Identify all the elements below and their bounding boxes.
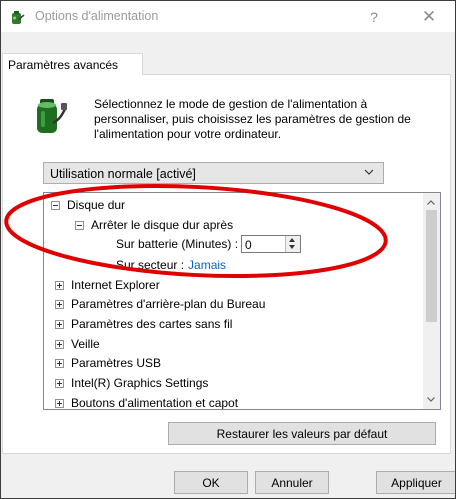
tree-item-label: Internet Explorer	[71, 278, 160, 292]
expand-icon[interactable]	[55, 358, 64, 368]
settings-tree[interactable]: Disque dur Arrêter le disque dur après S…	[43, 192, 441, 410]
restore-defaults-button[interactable]: Restaurer les valeurs par défaut	[168, 422, 436, 445]
collapse-icon[interactable]	[75, 220, 84, 230]
tree-item-sleep[interactable]: Veille	[55, 335, 100, 353]
help-button[interactable]: ?	[351, 1, 397, 32]
expand-icon[interactable]	[55, 339, 64, 349]
expand-icon[interactable]	[55, 280, 64, 290]
battery-label: Sur batterie (Minutes) :	[116, 237, 239, 251]
battery-minutes-spinner[interactable]: 0	[241, 235, 302, 253]
battery-minutes-value[interactable]: 0	[245, 238, 252, 252]
tree-item-desktop-background[interactable]: Paramètres d'arrière-plan du Bureau	[55, 295, 265, 313]
expand-icon[interactable]	[55, 398, 64, 408]
tree-item-label: Boutons d'alimentation et capot	[71, 396, 239, 410]
tree-item-wireless-adapter[interactable]: Paramètres des cartes sans fil	[55, 315, 232, 333]
power-plan-value: Utilisation normale [activé]	[50, 167, 196, 181]
expand-icon[interactable]	[55, 378, 64, 388]
power-plan-dropdown[interactable]: Utilisation normale [activé]	[43, 162, 384, 184]
tree-item-internet-explorer[interactable]: Internet Explorer	[55, 276, 160, 294]
title-bar: Options d'alimentation ? ✕	[1, 1, 455, 32]
tree-item-disk[interactable]: Disque dur	[51, 196, 125, 214]
collapse-icon[interactable]	[51, 200, 60, 210]
ac-value-link[interactable]: Jamais	[188, 258, 226, 272]
scrollbar-thumb[interactable]	[426, 210, 437, 322]
expand-icon[interactable]	[55, 299, 64, 309]
scroll-up-icon[interactable]	[427, 200, 435, 205]
tree-item-label: Paramètres USB	[71, 356, 162, 370]
tree-scrollbar[interactable]	[423, 193, 440, 409]
window-title: Options d'alimentation	[35, 9, 159, 23]
chevron-down-icon	[364, 169, 374, 175]
ac-label: Sur secteur :	[116, 258, 185, 272]
tree-item-disk-timeout[interactable]: Arrêter le disque dur après	[75, 216, 233, 234]
ok-button[interactable]: OK	[174, 471, 248, 494]
close-button[interactable]: ✕	[406, 1, 452, 32]
battery-setting-row: Sur batterie (Minutes) : 0	[116, 235, 302, 253]
tree-item-usb[interactable]: Paramètres USB	[55, 354, 161, 372]
tree-item-label: Paramètres d'arrière-plan du Bureau	[71, 297, 266, 311]
tree-item-label: Arrêter le disque dur après	[91, 218, 234, 232]
tree-item-intel-graphics[interactable]: Intel(R) Graphics Settings	[55, 374, 208, 392]
battery-plug-icon	[37, 99, 67, 133]
tree-item-label: Veille	[71, 337, 100, 351]
spin-down-icon[interactable]	[289, 245, 296, 249]
spin-up-icon[interactable]	[289, 238, 296, 242]
ac-setting-row: Sur secteur : Jamais	[116, 256, 226, 274]
power-options-window: Options d'alimentation ? ✕ Paramètres av…	[0, 0, 456, 499]
apply-button[interactable]: Appliquer	[376, 471, 455, 494]
spinner-buttons[interactable]	[285, 236, 301, 252]
expand-icon[interactable]	[55, 319, 64, 329]
tree-item-power-buttons[interactable]: Boutons d'alimentation et capot	[55, 394, 239, 410]
tree-item-label: Paramètres des cartes sans fil	[71, 317, 233, 331]
tab-advanced-settings[interactable]: Paramètres avancés	[2, 53, 143, 75]
battery-plug-icon	[12, 11, 25, 24]
description-text: Sélectionnez le mode de gestion de l'ali…	[94, 97, 411, 141]
cancel-button[interactable]: Annuler	[255, 471, 329, 494]
tree-item-label: Disque dur	[67, 198, 126, 212]
tree-item-label: Intel(R) Graphics Settings	[71, 376, 209, 390]
scroll-down-icon[interactable]	[427, 397, 435, 402]
